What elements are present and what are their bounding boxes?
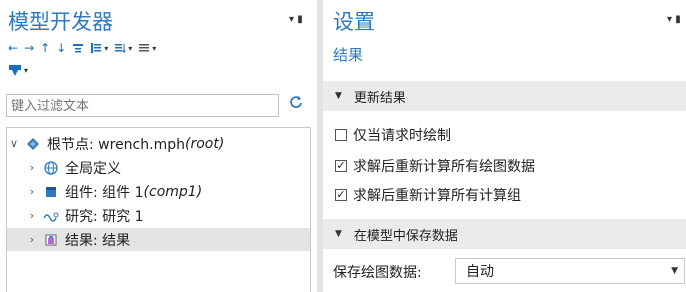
expand-chevron-icon[interactable]: › [25, 209, 39, 222]
tree-filter-options-icon[interactable]: ▾ [8, 64, 28, 77]
tree-item-results[interactable]: › 结果: 结果 [7, 228, 310, 251]
sort-tree-icon[interactable]: ▾ [114, 42, 132, 54]
section-update-results[interactable]: ▼ 更新结果 [323, 81, 686, 111]
component-icon [43, 184, 59, 200]
expand-chevron-icon[interactable]: › [25, 161, 39, 174]
tree-item-global-definitions[interactable]: › 全局定义 [7, 156, 310, 179]
back-arrow-icon[interactable]: ← [8, 41, 18, 55]
panel-menu-pin-icon[interactable]: ▾ ▮ [289, 14, 303, 25]
panel-menu-pin-icon[interactable]: ▾ ▮ [667, 14, 681, 25]
checkbox-label: 求解后重新计算所有计算组 [353, 188, 521, 204]
study-icon [43, 208, 59, 224]
show-more-options-icon[interactable] [72, 42, 84, 54]
tree-item-study[interactable]: › 研究: 研究 1 [7, 204, 310, 227]
checkbox-box-checked[interactable]: ✓ [335, 160, 347, 172]
filter-text-field[interactable] [6, 94, 279, 117]
tree-item-component[interactable]: › 组件: 组件 1 (comp1) [7, 180, 310, 203]
tree-item-label: 根节点: wrench.mph [47, 136, 185, 153]
save-plot-data-select[interactable]: 自动 ▼ [455, 258, 685, 284]
tree-item-label: 全局定义 [65, 160, 121, 177]
settings-subtitle: 结果 [333, 46, 364, 64]
panel-title: 设置 [333, 10, 375, 34]
results-icon [43, 232, 59, 248]
section-title: 更新结果 [353, 90, 406, 106]
model-builder-toolbar: ← → ↑ ↓ ▾ ▾ ▾ [8, 41, 156, 55]
chevron-down-icon: ▼ [671, 266, 678, 276]
tree-item-label: 组件: 组件 1 [65, 184, 144, 201]
checkbox-box-checked[interactable]: ✓ [335, 189, 347, 201]
expand-chevron-icon[interactable]: ∨ [7, 137, 21, 150]
filter-input[interactable] [7, 96, 278, 117]
collapse-tree-icon[interactable]: ▾ [138, 42, 156, 54]
section-title: 在模型中保存数据 [353, 228, 458, 244]
collapse-triangle-icon[interactable]: ▼ [335, 91, 342, 101]
tree-item-label: 结果: 结果 [65, 232, 131, 249]
checkbox-recompute-plot-data[interactable]: ✓ 求解后重新计算所有绘图数据 [335, 156, 535, 176]
settings-panel: 设置 ▾ ▮ 结果 ▼ 更新结果 仅当请求时绘制 ✓ 求解后重新计算所有绘图数据… [323, 0, 686, 292]
move-up-icon[interactable]: ↑ [40, 41, 50, 55]
checkbox-label: 仅当请求时绘制 [353, 128, 451, 144]
tree-item-root[interactable]: ∨ 根节点: wrench.mph (root) [7, 132, 310, 155]
expand-tree-icon[interactable]: ▾ [90, 42, 108, 54]
refresh-icon[interactable] [289, 94, 303, 113]
checkbox-plot-only-when-requested[interactable]: 仅当请求时绘制 [335, 125, 451, 145]
model-builder-panel: 模型开发器 ▾ ▮ ← → ↑ ↓ ▾ ▾ ▾ ▾ ∨ [0, 0, 317, 292]
collapse-triangle-icon[interactable]: ▼ [335, 229, 342, 239]
section-save-data-in-model[interactable]: ▼ 在模型中保存数据 [323, 219, 686, 249]
panel-title: 模型开发器 [8, 10, 113, 34]
model-tree: ∨ 根节点: wrench.mph (root) › 全局定义 › 组件: 组件… [6, 127, 311, 292]
globe-icon [43, 160, 59, 176]
tree-item-tag: (root) [184, 135, 225, 152]
checkbox-recompute-evaluation-groups[interactable]: ✓ 求解后重新计算所有计算组 [335, 185, 521, 205]
forward-arrow-icon[interactable]: → [24, 41, 34, 55]
move-down-icon[interactable]: ↓ [56, 41, 66, 55]
expand-chevron-icon[interactable]: › [25, 233, 39, 246]
save-plot-data-label: 保存绘图数据: [333, 265, 422, 281]
tree-item-tag: (comp1) [143, 183, 203, 200]
expand-chevron-icon[interactable]: › [25, 185, 39, 198]
checkbox-box[interactable] [335, 129, 347, 141]
select-value: 自动 [466, 264, 494, 280]
tree-item-label: 研究: 研究 1 [65, 208, 144, 225]
checkbox-label: 求解后重新计算所有绘图数据 [353, 159, 535, 175]
root-node-icon [25, 136, 41, 152]
